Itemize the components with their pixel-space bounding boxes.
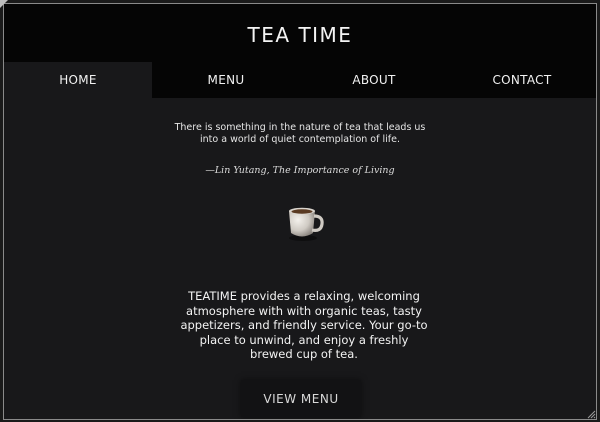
nav-home[interactable]: HOME bbox=[4, 62, 152, 98]
quote-line-2: into a world of quiet contemplation of l… bbox=[200, 134, 400, 145]
site-header: TEA TIME bbox=[4, 4, 596, 62]
about-description: TEATIME provides a relaxing, welcoming a… bbox=[180, 289, 428, 362]
nav-contact-label: CONTACT bbox=[492, 73, 552, 87]
site-title: TEA TIME bbox=[247, 23, 353, 47]
nav-contact[interactable]: CONTACT bbox=[448, 62, 596, 98]
main-nav: HOME MENU ABOUT CONTACT bbox=[4, 62, 596, 98]
corner-marker-icon bbox=[0, 0, 8, 8]
quote-line-1: There is something in the nature of tea … bbox=[174, 122, 426, 133]
nav-menu[interactable]: MENU bbox=[152, 62, 300, 98]
resize-handle-icon bbox=[587, 410, 596, 419]
page-frame: TEA TIME HOME MENU ABOUT CONTACT There i… bbox=[3, 3, 597, 420]
tea-quote: There is something in the nature of tea … bbox=[4, 122, 596, 146]
nav-about[interactable]: ABOUT bbox=[300, 62, 448, 98]
tea-cup-icon bbox=[283, 205, 327, 243]
nav-menu-label: MENU bbox=[207, 73, 245, 87]
nav-about-label: ABOUT bbox=[352, 73, 396, 87]
view-menu-button[interactable]: VIEW MENU bbox=[241, 380, 361, 417]
quote-attribution: —Lin Yutang, The Importance of Living bbox=[205, 165, 395, 176]
nav-home-label: HOME bbox=[59, 73, 97, 87]
